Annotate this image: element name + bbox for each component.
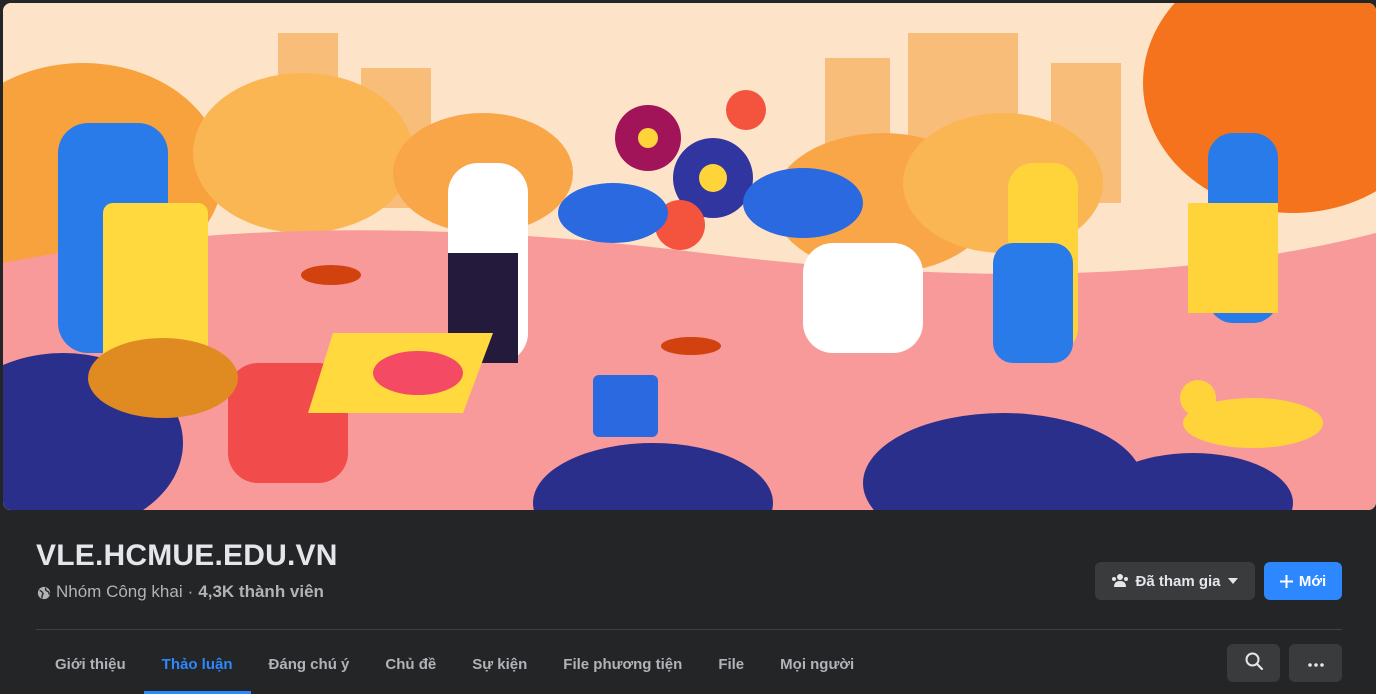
group-privacy[interactable]: Nhóm Công khai [56,582,183,602]
people-icon [1111,573,1129,589]
group-header: VLE.HCMUE.EDU.VN Nhóm Công khai · 4,3K t… [0,510,1376,694]
header-divider [36,629,1342,630]
tab-events[interactable]: Sự kiện [454,634,545,694]
globe-icon [37,585,51,600]
more-horizontal-icon [1307,654,1324,672]
tab-files[interactable]: File [700,634,762,694]
tab-media[interactable]: File phương tiện [545,634,700,694]
group-tabs: Giới thiệu Thảo luận Đáng chú ý Chủ đề S… [37,634,872,694]
group-meta: Nhóm Công khai · 4,3K thành viên [37,582,324,602]
plus-icon [1279,574,1293,588]
tab-discussion[interactable]: Thảo luận [143,634,251,694]
joined-button[interactable]: Đã tham gia [1095,562,1255,600]
search-icon [1245,652,1263,675]
new-label: Mới [1298,572,1327,590]
tab-about[interactable]: Giới thiệu [37,634,144,694]
tab-people[interactable]: Mọi người [762,634,872,694]
tab-featured[interactable]: Đáng chú ý [251,634,368,694]
cover-photo[interactable] [3,3,1376,510]
meta-separator: · [187,582,194,601]
new-post-button[interactable]: Mới [1264,562,1342,600]
group-member-count[interactable]: 4,3K thành viên [198,582,324,602]
more-button[interactable] [1289,644,1342,682]
tab-topics[interactable]: Chủ đề [367,634,454,694]
caret-down-icon [1227,577,1239,585]
group-title[interactable]: VLE.HCMUE.EDU.VN [36,539,338,573]
search-button[interactable] [1227,644,1280,682]
joined-label: Đã tham gia [1135,572,1221,590]
cover-illustration [3,3,1376,510]
